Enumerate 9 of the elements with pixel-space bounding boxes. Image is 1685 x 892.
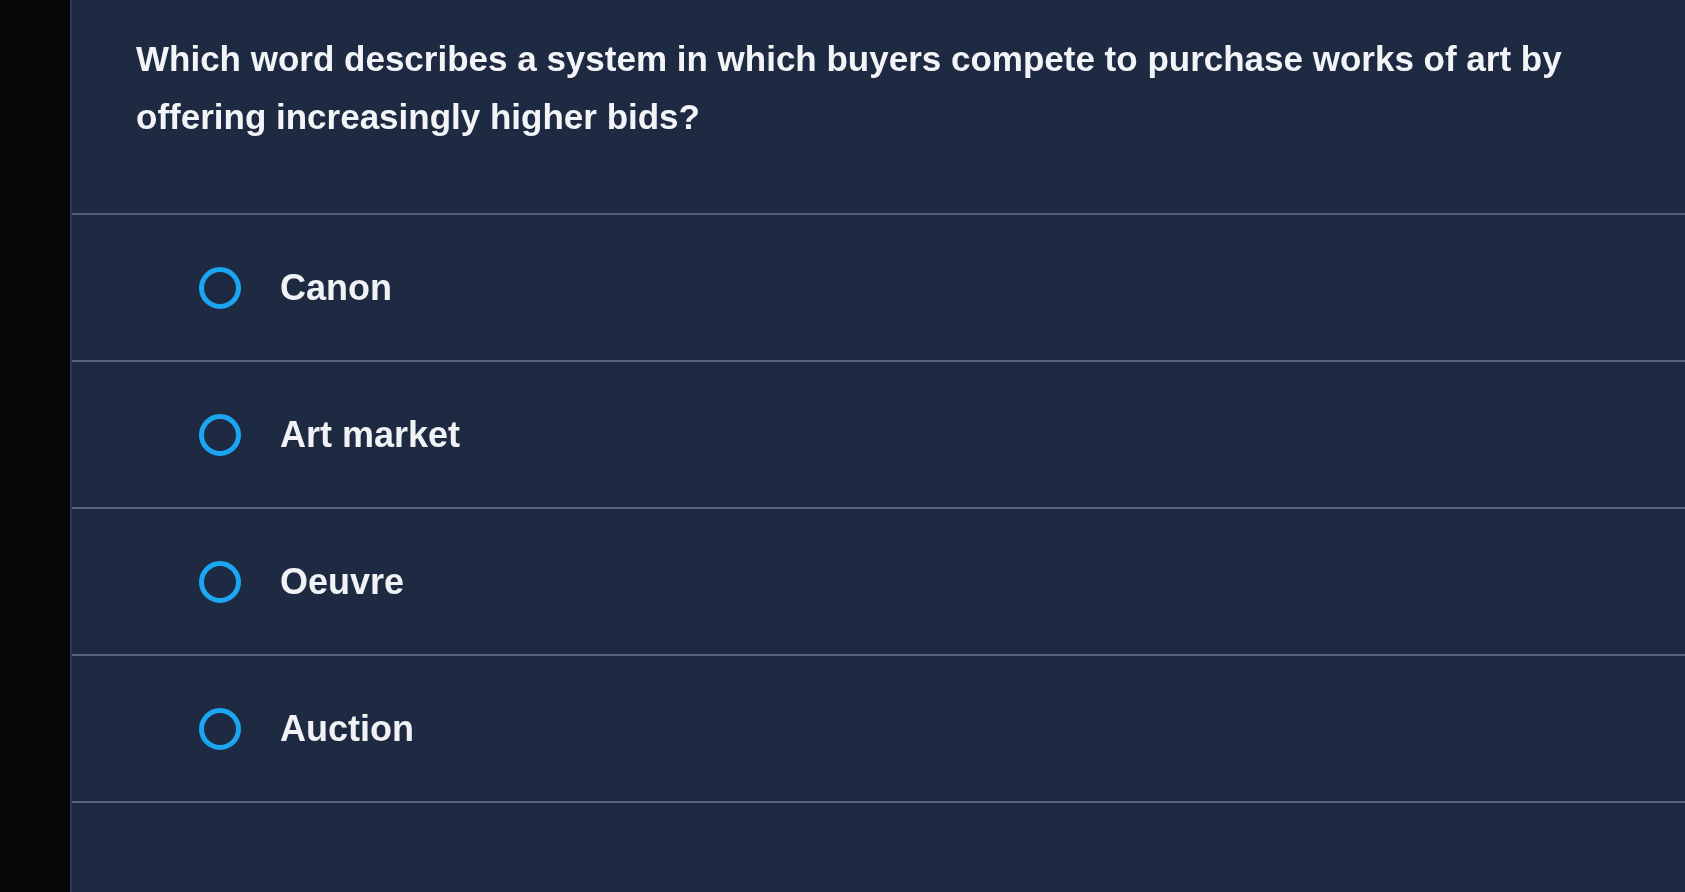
radio-icon[interactable]: [198, 706, 242, 751]
option-label[interactable]: Art market: [280, 413, 461, 456]
radio-icon[interactable]: [198, 412, 242, 457]
radio-icon[interactable]: [198, 559, 242, 604]
option-label[interactable]: Canon: [280, 266, 392, 309]
option-label[interactable]: Auction: [280, 707, 414, 750]
question-text: Which word describes a system in which buyers compete to purchase works of art by offering increasingly higher bids?: [136, 38, 1563, 138]
option-label[interactable]: Oeuvre: [280, 560, 405, 603]
radio-icon[interactable]: [198, 265, 242, 310]
